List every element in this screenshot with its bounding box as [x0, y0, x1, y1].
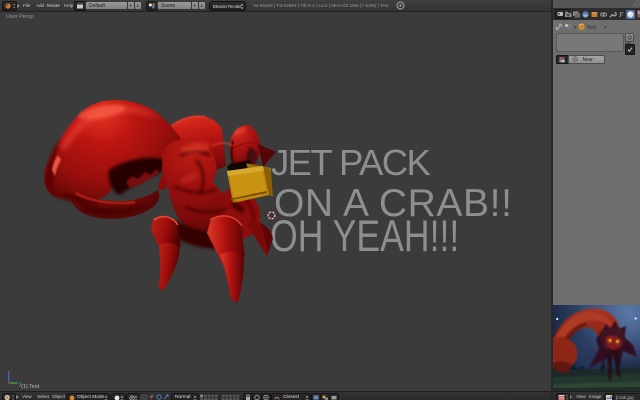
- svg-text:F: F: [618, 11, 624, 19]
- svg-text:Text: Text: [587, 24, 597, 30]
